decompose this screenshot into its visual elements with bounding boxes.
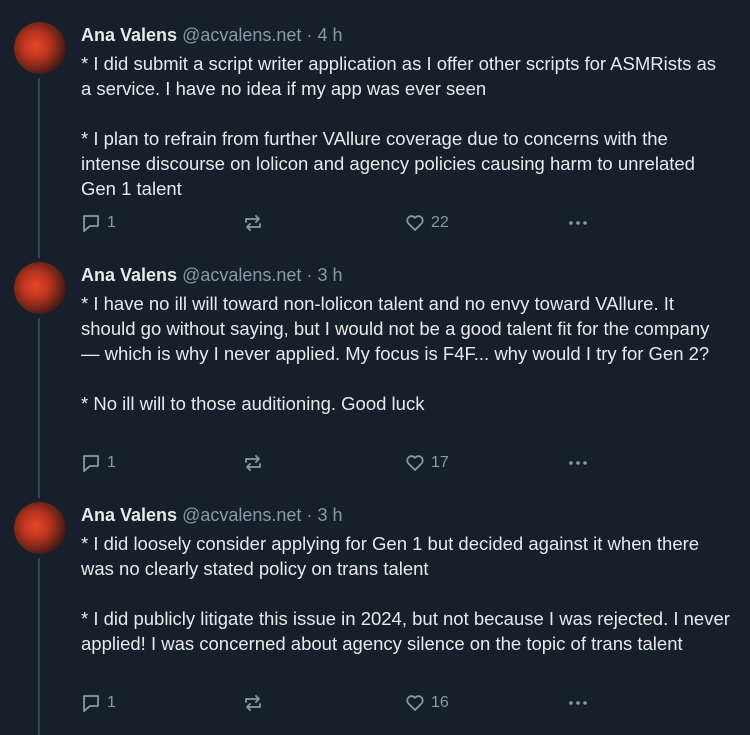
reply-count: 1 (107, 214, 116, 231)
thread-connector-line (38, 480, 40, 498)
repost-button[interactable] (243, 691, 269, 715)
more-icon (569, 461, 587, 465)
avatar[interactable] (14, 502, 66, 554)
heart-icon (406, 455, 424, 471)
action-bar: 1 17 (81, 451, 601, 475)
thread-connector-line (38, 318, 40, 496)
avatar[interactable] (14, 22, 66, 74)
post-header: Ana Valens @acvalens.net · 3 h (81, 264, 342, 286)
repost-icon (245, 695, 261, 711)
like-count: 16 (431, 694, 449, 711)
post[interactable]: Ana Valens @acvalens.net · 4 h * I did s… (0, 0, 750, 256)
post[interactable]: Ana Valens @acvalens.net · 3 h * I did l… (0, 480, 750, 735)
post-paragraph: * No ill will to those auditioning. Good… (81, 393, 425, 414)
author-name[interactable]: Ana Valens (81, 265, 177, 285)
more-icon (569, 701, 587, 705)
post-body: * I have no ill will toward non-lolicon … (81, 291, 731, 416)
post-header: Ana Valens @acvalens.net · 4 h (81, 24, 342, 46)
repost-icon (245, 215, 261, 231)
post[interactable]: Ana Valens @acvalens.net · 3 h * I have … (0, 240, 750, 496)
thread-connector-line (38, 240, 40, 258)
repost-button[interactable] (243, 211, 269, 235)
reply-count: 1 (107, 454, 116, 471)
separator-dot: · (306, 505, 313, 525)
separator-dot: · (306, 25, 313, 45)
author-handle[interactable]: @acvalens.net (182, 25, 301, 45)
reply-count: 1 (107, 694, 116, 711)
heart-icon (406, 695, 424, 711)
reply-icon (83, 215, 99, 232)
like-count: 22 (431, 214, 449, 231)
post-paragraph: * I have no ill will toward non-lolicon … (81, 293, 710, 364)
more-icon (569, 221, 587, 225)
author-name[interactable]: Ana Valens (81, 25, 177, 45)
repost-button[interactable] (243, 451, 269, 475)
post-paragraph: * I did loosely consider applying for Ge… (81, 533, 700, 579)
more-button[interactable] (567, 211, 589, 235)
reply-button[interactable]: 1 (81, 691, 116, 715)
thread-connector-line (38, 78, 40, 256)
post-paragraph: * I did submit a script writer applicati… (81, 53, 717, 99)
heart-icon (406, 215, 424, 231)
separator-dot: · (306, 265, 313, 285)
avatar[interactable] (14, 262, 66, 314)
repost-icon (245, 455, 261, 471)
like-count: 17 (431, 454, 449, 471)
more-button[interactable] (567, 691, 589, 715)
post-timestamp[interactable]: 4 h (317, 25, 342, 45)
thread: Ana Valens @acvalens.net · 4 h * I did s… (0, 0, 750, 735)
post-header: Ana Valens @acvalens.net · 3 h (81, 504, 342, 526)
post-timestamp[interactable]: 3 h (317, 505, 342, 525)
action-bar: 1 22 (81, 211, 601, 235)
author-handle[interactable]: @acvalens.net (182, 505, 301, 525)
reply-icon (83, 455, 99, 472)
author-name[interactable]: Ana Valens (81, 505, 177, 525)
thread-connector-line (38, 558, 40, 735)
action-bar: 1 16 (81, 691, 601, 715)
post-paragraph: * I did publicly litigate this issue in … (81, 608, 730, 654)
post-body: * I did submit a script writer applicati… (81, 51, 731, 201)
reply-icon (83, 695, 99, 712)
like-button[interactable]: 22 (405, 211, 449, 235)
like-button[interactable]: 16 (405, 691, 449, 715)
reply-button[interactable]: 1 (81, 211, 116, 235)
post-body: * I did loosely consider applying for Ge… (81, 531, 731, 656)
reply-button[interactable]: 1 (81, 451, 116, 475)
post-paragraph: * I plan to refrain from further VAllure… (81, 128, 695, 199)
more-button[interactable] (567, 451, 589, 475)
post-timestamp[interactable]: 3 h (317, 265, 342, 285)
like-button[interactable]: 17 (405, 451, 449, 475)
author-handle[interactable]: @acvalens.net (182, 265, 301, 285)
